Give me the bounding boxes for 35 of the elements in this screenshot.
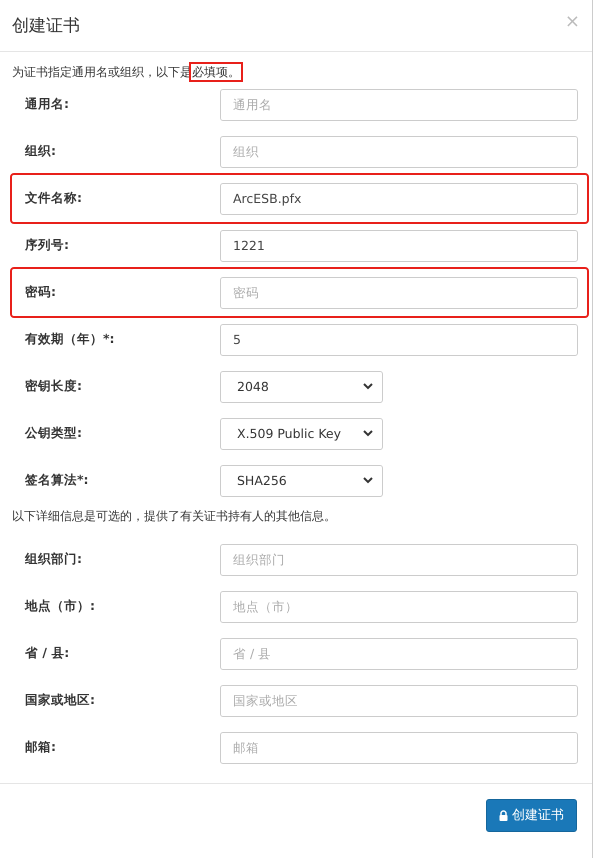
input-field[interactable]: 省 / 县	[220, 638, 578, 670]
optional-note: 以下详细信息是可选的，提供了有关证书持有人的其他信息。	[12, 508, 337, 525]
field-label: 有效期（年）*:	[25, 331, 116, 348]
field-label: 序列号:	[25, 237, 70, 254]
field-label: 公钥类型:	[25, 425, 83, 442]
chevron-down-icon	[363, 477, 373, 484]
field-label: 地点（市）:	[25, 598, 96, 615]
lock-icon	[499, 810, 508, 820]
input-field[interactable]: 组织部门	[220, 544, 578, 576]
dialog-title: 创建证书	[12, 15, 80, 37]
input-field[interactable]: 1221	[220, 230, 578, 262]
input-field[interactable]: ArcESB.pfx	[220, 182, 578, 214]
field-label: 组织部门:	[25, 551, 83, 568]
input-field[interactable]: 国家或地区	[220, 684, 578, 716]
field-label: 密钥长度:	[25, 378, 83, 395]
input-field[interactable]: 密码	[220, 276, 578, 308]
input-field[interactable]: 通用名	[220, 88, 578, 120]
field-label: 密码:	[25, 284, 57, 301]
create-certificate-button[interactable]: 创建证书	[486, 798, 577, 832]
field-label: 国家或地区:	[25, 692, 96, 709]
field-label: 组织:	[25, 143, 57, 160]
select-field[interactable]: SHA256	[220, 464, 383, 496]
field-label: 签名算法*:	[25, 472, 90, 489]
select-field[interactable]: X.509 Public Key	[220, 418, 383, 450]
input-field[interactable]: 地点（市）	[220, 590, 578, 622]
field-label: 通用名:	[25, 96, 70, 113]
field-label: 文件名称:	[25, 190, 83, 207]
input-field[interactable]: 5	[220, 324, 578, 356]
input-field[interactable]: 组织	[220, 136, 578, 168]
field-label: 省 / 县:	[25, 645, 70, 662]
select-field[interactable]: 2048	[220, 370, 383, 402]
chevron-down-icon	[363, 383, 373, 390]
input-field[interactable]: 邮箱	[220, 732, 578, 764]
chevron-down-icon	[363, 430, 373, 437]
field-label: 邮箱:	[25, 739, 57, 756]
